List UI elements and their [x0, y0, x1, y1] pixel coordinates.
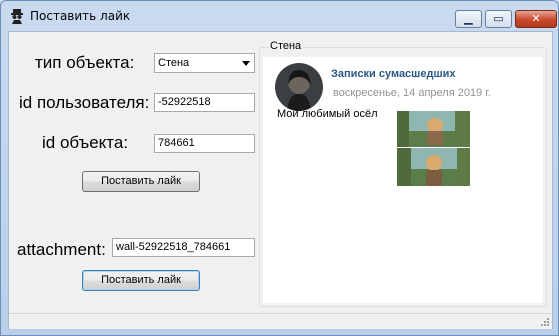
- close-icon: ✕: [531, 12, 541, 25]
- attachment-label: attachment:: [17, 240, 106, 259]
- spy-icon: [11, 9, 23, 24]
- object-type-select[interactable]: Стена: [154, 53, 255, 73]
- post-author-link[interactable]: Записки сумасшедших: [331, 68, 456, 80]
- app-window: Поставить лайк ▁ ▭ ✕ тип объекта: Стена …: [0, 0, 559, 336]
- object-type-value: Стена: [158, 57, 190, 69]
- attachment-input[interactable]: wall-52922518_784661: [112, 238, 255, 257]
- like-button-bottom[interactable]: Поставить лайк: [82, 270, 200, 291]
- wall-post: Записки сумасшедших воскресенье, 14 апре…: [263, 57, 543, 303]
- object-type-label: тип объекта:: [35, 53, 135, 72]
- post-text: Мой любимый осёл: [277, 108, 378, 120]
- status-bar: [9, 313, 552, 329]
- window-title: Поставить лайк: [30, 9, 131, 23]
- user-id-label: id пользователя:: [19, 93, 150, 112]
- maximize-button[interactable]: ▭: [485, 10, 512, 28]
- resize-grip-icon[interactable]: [540, 317, 550, 327]
- minimize-icon: ▁: [464, 12, 473, 25]
- user-id-input[interactable]: -52922518: [154, 93, 255, 112]
- post-date: воскресенье, 14 апреля 2019 г.: [333, 87, 491, 99]
- title-bar[interactable]: Поставить лайк ▁ ▭ ✕: [1, 1, 558, 31]
- like-button-top[interactable]: Поставить лайк: [82, 171, 200, 192]
- minimize-button[interactable]: ▁: [455, 10, 482, 28]
- object-id-input[interactable]: 784661: [154, 134, 255, 153]
- client-area: тип объекта: Стена id пользователя: -529…: [8, 31, 553, 329]
- wall-caption: Стена: [268, 40, 304, 52]
- avatar[interactable]: [275, 63, 323, 111]
- maximize-icon: ▭: [493, 12, 504, 25]
- object-id-label: id объекта:: [42, 133, 129, 152]
- chevron-down-icon: [242, 61, 250, 66]
- post-image[interactable]: [397, 111, 470, 186]
- close-button[interactable]: ✕: [515, 10, 557, 28]
